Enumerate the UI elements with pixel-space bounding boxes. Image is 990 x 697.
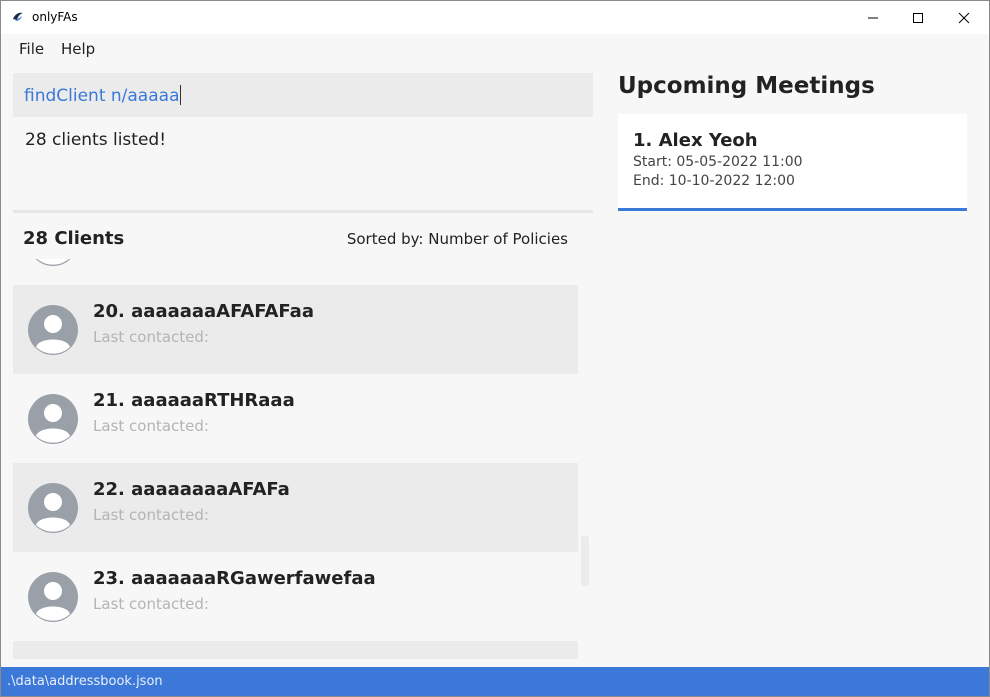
last-contacted: Last contacted: (93, 328, 209, 346)
meetings-title: Upcoming Meetings (618, 73, 875, 99)
client-card-partial[interactable] (13, 259, 578, 285)
client-card[interactable]: 21. aaaaaaRTHRaaa Last contacted: (13, 374, 578, 463)
client-card-partial[interactable] (13, 641, 578, 659)
status-bar: .\data\addressbook.json (1, 667, 989, 696)
list-scrollbar[interactable] (581, 536, 589, 586)
client-name: 20. aaaaaaaAFAFAFaa (93, 301, 314, 322)
divider (13, 210, 593, 213)
meeting-end: End: 10-10-2022 12:00 (633, 173, 795, 189)
last-contacted: Last contacted: (93, 417, 209, 435)
data-file-path: .\data\addressbook.json (7, 674, 163, 689)
client-name: 22. aaaaaaaaAFAFa (93, 479, 290, 500)
title-bar: onlyFAs (1, 1, 989, 34)
client-card[interactable]: 20. aaaaaaaAFAFAFaa Last contacted: (13, 285, 578, 374)
user-avatar-icon (28, 483, 78, 533)
close-button[interactable] (941, 1, 987, 34)
client-list-header: 28 Clients Sorted by: Number of Policies (13, 223, 579, 255)
minimize-icon (868, 17, 878, 18)
menu-file[interactable]: File (19, 40, 44, 58)
command-value: findClient n/aaaaa (24, 86, 180, 106)
user-avatar-icon (28, 305, 78, 355)
user-avatar-icon (28, 394, 78, 444)
command-text: findClient n/aaaaa (24, 85, 182, 106)
result-message: 28 clients listed! (25, 130, 167, 150)
command-input[interactable]: findClient n/aaaaa (13, 73, 593, 117)
text-caret (180, 85, 182, 105)
last-contacted: Last contacted: (93, 506, 209, 524)
user-avatar-icon (35, 259, 71, 266)
sort-label: Sorted by: Number of Policies (346, 230, 568, 248)
client-name: 21. aaaaaaRTHRaaa (93, 390, 295, 411)
minimize-button[interactable] (850, 1, 896, 34)
maximize-button[interactable] (895, 1, 941, 34)
client-count: 28 Clients (23, 228, 125, 249)
app-window: onlyFAs File Help findClient n/aaaaa 28 … (0, 0, 990, 697)
menu-help[interactable]: Help (61, 40, 95, 58)
result-display: 28 clients listed! (13, 121, 593, 209)
meeting-card[interactable]: 1. Alex Yeoh Start: 05-05-2022 11:00 End… (618, 114, 967, 211)
last-contacted: Last contacted: (93, 595, 209, 613)
client-card[interactable]: 22. aaaaaaaaAFAFa Last contacted: (13, 463, 578, 552)
user-avatar-icon (28, 572, 78, 622)
client-card[interactable]: 23. aaaaaaaRGawerfawefaa Last contacted: (13, 552, 578, 641)
maximize-icon (913, 12, 923, 23)
menu-bar: File Help (1, 34, 989, 62)
close-icon (958, 12, 970, 23)
meeting-start: Start: 05-05-2022 11:00 (633, 154, 803, 170)
client-name: 23. aaaaaaaRGawerfawefaa (93, 568, 376, 589)
window-title: onlyFAs (32, 10, 78, 24)
meeting-client-name: 1. Alex Yeoh (633, 130, 758, 151)
client-list[interactable]: 20. aaaaaaaAFAFAFaa Last contacted: 21. … (13, 259, 578, 659)
app-logo-icon (13, 12, 23, 21)
